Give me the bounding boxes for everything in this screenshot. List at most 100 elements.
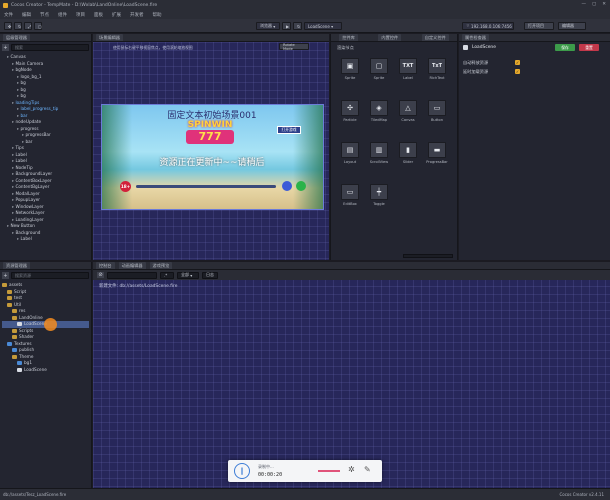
- console-tab-1[interactable]: 动画编辑器: [118, 262, 146, 269]
- menu-item-2[interactable]: 节点: [40, 12, 49, 18]
- components-tab-strip: 控件库 内置控件 自定义控件: [331, 34, 457, 42]
- console-tab-2[interactable]: 游戏预览: [149, 262, 173, 269]
- menu-item-3[interactable]: 组件: [58, 12, 67, 18]
- component-sprite-icon: ▢: [370, 58, 388, 74]
- refresh-icon[interactable]: ↻: [293, 22, 302, 30]
- add-asset-icon[interactable]: +: [2, 272, 9, 279]
- components-tab-2[interactable]: 自定义控件: [421, 34, 449, 41]
- status-bar: db://assets/Tesz_LoadScene.fire Cocos Cr…: [0, 488, 610, 500]
- menu-item-5[interactable]: 面板: [94, 12, 103, 18]
- scene-select-label: LoadScene: [308, 23, 330, 29]
- clear-icon[interactable]: ⊘: [97, 272, 104, 278]
- component-progressbar[interactable]: ▬ ProgressBar: [424, 142, 450, 168]
- components-tab-1[interactable]: 内置控件: [378, 34, 402, 41]
- component-button-icon: ▭: [428, 100, 446, 116]
- component-particle[interactable]: ✣ Particle: [337, 100, 363, 126]
- editor-button[interactable]: 编辑器: [558, 22, 586, 30]
- folder-icon: [7, 289, 12, 294]
- pen-icon[interactable]: ✎: [364, 465, 371, 474]
- component-sprite[interactable]: ▣ Sprite: [337, 58, 363, 84]
- ip-display[interactable]: ⌔ 192.168.0.106:7456: [462, 22, 514, 30]
- reset-button[interactable]: 重置: [579, 44, 599, 51]
- component-canvas[interactable]: △ Canvas: [395, 100, 421, 126]
- hierarchy-node-label: bar: [25, 138, 33, 144]
- scene-select[interactable]: LoadScene ▾: [304, 22, 342, 30]
- tab-scene[interactable]: 场景编辑器: [96, 34, 123, 41]
- rect-tool-icon[interactable]: ▢: [34, 22, 42, 30]
- component-slider[interactable]: ▮ Slider: [395, 142, 421, 168]
- menu-item-8[interactable]: 帮助: [153, 12, 162, 18]
- inspector-checkbox[interactable]: ✓: [515, 69, 520, 74]
- play-icon[interactable]: ▶: [282, 22, 291, 30]
- menu-item-6[interactable]: 扩展: [112, 12, 121, 18]
- menu-item-4[interactable]: 项目: [76, 12, 85, 18]
- component-layout[interactable]: ▤ Layout: [337, 142, 363, 168]
- menu-bar: 文件 编辑 节点 组件 项目 面板 扩展 开发者 帮助: [0, 10, 610, 19]
- game-preview[interactable]: 固定文本初始场景001 SPINWIN 777 打开游戏 资源正在更新中~~请稍…: [101, 104, 324, 210]
- pause-button[interactable]: ‖: [234, 463, 250, 479]
- inspector-field-row: 自动释放资源 ✓: [463, 60, 606, 69]
- node-checkbox[interactable]: [463, 45, 468, 50]
- open-project-button[interactable]: 打开项目: [524, 22, 554, 30]
- loading-bar: [136, 185, 276, 188]
- hierarchy-node-label: NodeTip: [15, 164, 33, 170]
- component-scrollview[interactable]: ▥ ScrollView: [366, 142, 392, 168]
- component-sprite[interactable]: ▢ Sprite: [366, 58, 392, 84]
- hierarchy-node-label: BackgroundLayer: [15, 171, 53, 176]
- move-tool-icon[interactable]: ✥: [4, 22, 12, 30]
- component-richtext[interactable]: TxT RichText: [424, 58, 450, 84]
- add-node-icon[interactable]: +: [2, 44, 9, 51]
- preview-mode-select[interactable]: 浏览器 ▾: [256, 22, 280, 30]
- scene-file-icon: [17, 367, 22, 372]
- asset-item-label: Textures: [14, 340, 32, 346]
- rotate-tool-icon[interactable]: ↻: [14, 22, 22, 30]
- hierarchy-node-label: bg: [20, 93, 26, 98]
- menu-item-7[interactable]: 开发者: [130, 12, 144, 18]
- assets-search-input[interactable]: 搜索资源: [11, 272, 89, 279]
- preview-mode-label: 浏览器: [260, 23, 272, 28]
- recorder-title: 录制中...: [258, 464, 274, 469]
- game-open-button[interactable]: 打开游戏: [277, 126, 301, 134]
- menu-item-0[interactable]: 文件: [4, 12, 13, 18]
- asset-item-label: assets: [9, 282, 23, 287]
- component-particle-icon: ✣: [341, 100, 359, 116]
- tab-inspector[interactable]: 属性检查器: [462, 34, 489, 41]
- component-editbox[interactable]: ▭ EditBox: [337, 184, 363, 210]
- scale-tool-icon[interactable]: ⤢: [24, 22, 32, 30]
- components-section-title: 渲染节点: [337, 45, 354, 50]
- console-level-select[interactable]: 全部 ▾: [177, 271, 199, 279]
- asset-item-label: LoadScene: [24, 366, 47, 372]
- components-tab-0[interactable]: 控件库: [339, 34, 358, 41]
- asset-item-label: Util: [14, 301, 22, 307]
- rotate-mode-button[interactable]: Rotate Mode: [279, 43, 309, 51]
- maximize-icon[interactable]: ▢: [592, 2, 596, 7]
- tab-hierarchy[interactable]: 层级管理器: [3, 34, 30, 41]
- chat-icon[interactable]: [296, 181, 306, 191]
- asset-item[interactable]: LoadScene: [2, 367, 89, 374]
- social-icon[interactable]: [282, 181, 292, 191]
- settings-icon[interactable]: ✲: [348, 465, 355, 474]
- component-button[interactable]: ▭ Button: [424, 100, 450, 126]
- component-tiledmap[interactable]: ◈ TiledMap: [366, 100, 392, 126]
- console-log-select[interactable]: 日志: [202, 271, 218, 279]
- menu-item-1[interactable]: 编辑: [22, 12, 31, 18]
- tab-assets[interactable]: 资源管理器: [3, 262, 30, 269]
- hierarchy-node-label: label_progress_tip: [20, 106, 59, 111]
- window-controls[interactable]: — ▢ ✕: [581, 2, 606, 7]
- scene-viewport[interactable]: 使用鼠标右键平移视窗焦点，使用滚轮缩放视图 Rotate Mode 固定文本初始…: [93, 42, 329, 260]
- console-filter-input[interactable]: [107, 271, 157, 279]
- inspector-checkbox[interactable]: ✓: [515, 60, 520, 65]
- save-button[interactable]: 保存: [555, 44, 575, 51]
- console-tab-0[interactable]: 控制台: [96, 262, 115, 269]
- minimize-icon[interactable]: —: [581, 2, 586, 7]
- hierarchy-search-input[interactable]: 搜索: [11, 44, 89, 51]
- component-label[interactable]: TXT Label: [395, 58, 421, 84]
- close-icon[interactable]: ✕: [602, 2, 606, 7]
- component-toggle[interactable]: ┿ Toggle: [366, 184, 392, 210]
- game-logo-number: 777: [186, 130, 234, 144]
- component-size-slider[interactable]: [403, 254, 453, 258]
- hierarchy-node[interactable]: ▸ Label: [2, 236, 89, 243]
- console-regex-toggle[interactable]: .*: [160, 271, 174, 279]
- folder-icon: [12, 309, 17, 313]
- hierarchy-node-label: New Button: [10, 223, 35, 228]
